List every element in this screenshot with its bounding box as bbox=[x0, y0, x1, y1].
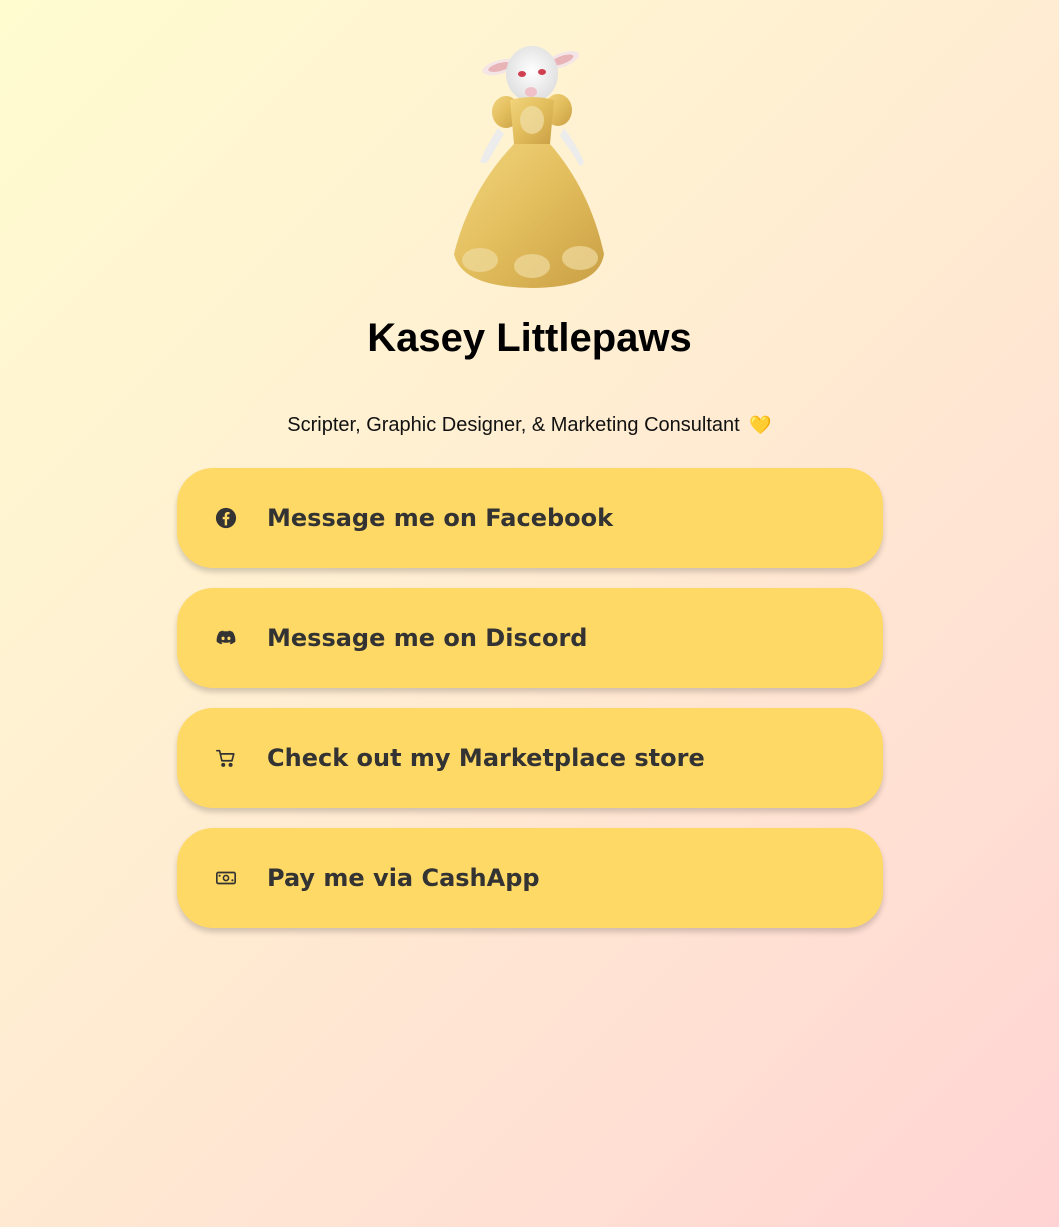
money-bill-icon bbox=[215, 867, 237, 889]
avatar bbox=[440, 40, 620, 290]
facebook-link-label: Message me on Facebook bbox=[267, 504, 614, 532]
shopping-cart-icon bbox=[215, 747, 237, 769]
link-list: Message me on Facebook Message me on Dis… bbox=[177, 468, 883, 948]
discord-icon bbox=[215, 627, 237, 649]
profile-bio: Scripter, Graphic Designer, & Marketing … bbox=[0, 414, 1059, 437]
yellow-heart-icon: 💛 bbox=[749, 415, 772, 435]
discord-link-button[interactable]: Message me on Discord bbox=[177, 588, 883, 688]
facebook-icon bbox=[215, 507, 237, 529]
cashapp-link-button[interactable]: Pay me via CashApp bbox=[177, 828, 883, 928]
bio-text: Scripter, Graphic Designer, & Marketing … bbox=[287, 414, 740, 436]
discord-link-label: Message me on Discord bbox=[267, 624, 588, 652]
marketplace-link-label: Check out my Marketplace store bbox=[267, 744, 705, 772]
cashapp-link-label: Pay me via CashApp bbox=[267, 864, 540, 892]
facebook-link-button[interactable]: Message me on Facebook bbox=[177, 468, 883, 568]
marketplace-link-button[interactable]: Check out my Marketplace store bbox=[177, 708, 883, 808]
profile-name: Kasey Littlepaws bbox=[367, 316, 692, 360]
avatar-image bbox=[454, 46, 604, 288]
